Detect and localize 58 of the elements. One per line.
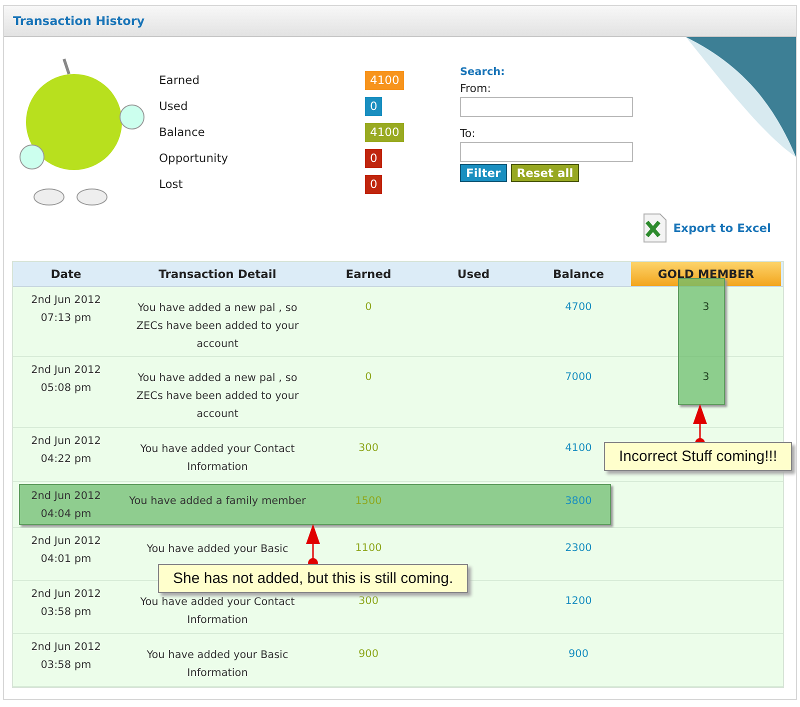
column-header: Balance [552,266,606,283]
earned-cell-text: 1500 [354,494,383,509]
balance-cell-text: 900 [567,647,590,662]
export-link[interactable]: Export to Excel [673,221,771,235]
balance-cell-text: 4700 [564,300,593,315]
stat-value: 0 [365,97,382,116]
stat-value: 0 [365,149,382,168]
detail-cell-text: You have added your Contact Information [139,595,296,628]
panel-title: Transaction History [13,14,145,28]
stat-value: 4100 [365,71,404,90]
date-cell-text: 2nd Jun 2012 05:08 pm [30,363,102,396]
stat-value: 0 [365,175,382,194]
detail-cell-text: You have added your Basic Information [146,648,290,681]
stat-label: Opportunity [159,150,230,167]
stat-value: 4100 [365,123,404,142]
balance-cell-text: 1200 [564,594,593,609]
search-title: Search: [460,66,506,78]
date-cell-text: 2nd Jun 2012 04:22 pm [30,434,102,467]
reset-button[interactable]: Reset all [510,164,580,182]
detail-cell-text: You have added a new pal , so ZECs have been added to your account [135,301,300,352]
date-cell-text: 2nd Jun 2012 03:58 pm [30,640,102,673]
earned-cell-text: 0 [364,300,373,315]
spreadsheet-icon [641,213,668,243]
earned-cell-text: 1100 [354,541,383,556]
callout-note: She has not added, but this is still coming. [158,564,468,593]
earned-cell-text: 300 [357,594,380,609]
field-label: From: [460,82,492,95]
stat-label: Used [159,98,189,115]
field-label: To: [460,127,476,140]
earned-cell-text: 300 [357,441,380,456]
stat-label: Earned [159,72,201,89]
detail-cell-text: You have added a new pal , so ZECs have been added to your account [135,371,300,422]
member-count-cell-text: 3 [702,370,710,385]
date-cell-text: 2nd Jun 2012 03:58 pm [30,587,102,620]
detail-cell-text: You have added your Contact Information [139,442,296,475]
balance-cell-text: 2300 [564,541,593,556]
date-cell-text: 2nd Jun 2012 04:04 pm [30,489,102,522]
column-header: Used [456,266,491,283]
stat-label: Lost [159,176,184,193]
filter-button[interactable]: Filter [460,164,507,182]
member-count-cell-text: 3 [702,300,710,315]
column-header: GOLD MEMBER [631,262,781,286]
date-field[interactable] [460,97,633,117]
callout-note: Incorrect Stuff coming!!! [604,442,792,471]
earned-cell-text: 0 [364,370,373,385]
date-field[interactable] [460,142,633,162]
detail-cell-text: You have added a family member [128,494,307,509]
column-header: Date [50,266,82,283]
column-header: Transaction Detail [158,266,278,283]
earned-cell-text: 900 [357,647,380,662]
balance-cell-text: 7000 [564,370,593,385]
stat-label: Balance [159,124,206,141]
date-cell-text: 2nd Jun 2012 07:13 pm [30,293,102,326]
balance-cell-text: 3800 [564,494,593,509]
balance-cell-text: 4100 [564,441,593,456]
date-cell-text: 2nd Jun 2012 04:01 pm [30,534,102,567]
column-header: Earned [344,266,392,283]
detail-cell-text: You have added your Basic [146,542,290,557]
